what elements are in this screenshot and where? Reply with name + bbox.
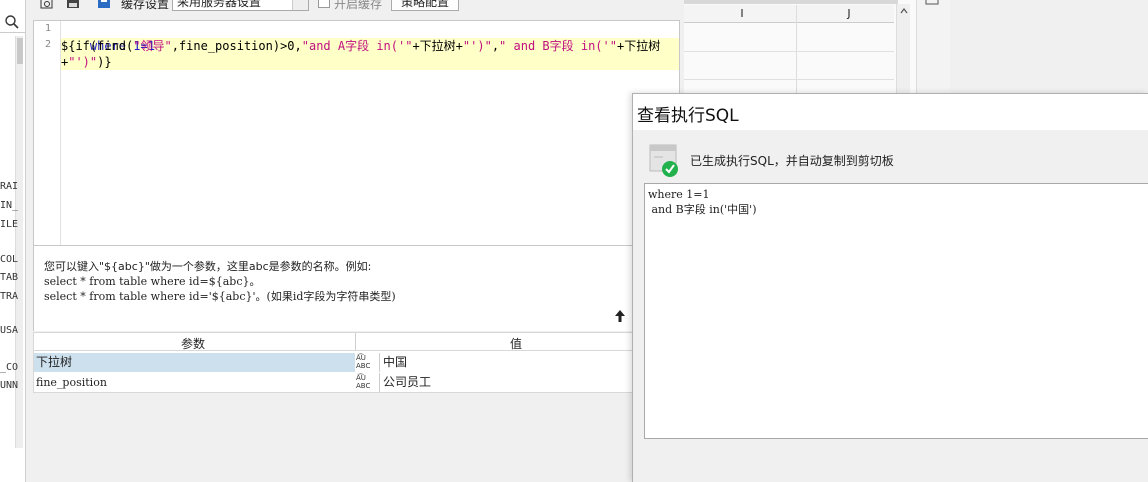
- code-string: "')": [462, 39, 492, 53]
- left-scrollbar-thumb[interactable]: [17, 38, 23, 64]
- code-token: )}: [97, 55, 112, 69]
- grid-column-header: I J: [684, 5, 894, 23]
- tree-label[interactable]: TAB: [0, 272, 18, 283]
- grid-row-line: [684, 79, 894, 80]
- expand-icon[interactable]: [925, 0, 939, 6]
- code-token: ${if(find(: [61, 39, 134, 53]
- parameters-table: 参数 值 下拉树 A͡U ABC 中国 fine_position A͡U ABC …: [33, 332, 633, 393]
- tree-label[interactable]: TRA: [0, 291, 18, 302]
- hint-example-1: select * from table where id=${abc}。: [44, 275, 261, 288]
- enable-cache-label: 开启缓存: [334, 0, 383, 11]
- view-executed-sql-dialog: 查看执行SQL 已生成执行SQL，并自动复制到剪切板 where 1=1 and…: [632, 93, 1148, 482]
- line-number-gutter: 1 2: [34, 21, 61, 245]
- toolbar: 缓存设置 采用服务器设置 开启缓存 策略配置: [30, 0, 680, 12]
- parameter-hint-panel: 您可以键入"${abc}"做为一个参数，这里abc是参数的名称。例如: sele…: [33, 246, 680, 331]
- tree-label[interactable]: ILE: [0, 219, 18, 230]
- column-header-i[interactable]: I: [692, 7, 792, 20]
- sql-editor[interactable]: 1 2 where 1=1 ${if(find("领导",fine_positi…: [33, 20, 680, 246]
- line-number: 2: [44, 39, 51, 50]
- left-divider: [0, 32, 26, 33]
- save-icon[interactable]: [66, 0, 80, 10]
- left-panel-strip: RAI IN_ ILE COL TAB TRA USA _CO UNN: [0, 0, 26, 482]
- code-string: "领导": [133, 39, 172, 53]
- tree-label[interactable]: _CO: [0, 362, 18, 373]
- hint-text: 您可以键入"${abc}"做为一个参数，这里abc是参数的名称。例如:: [44, 260, 372, 273]
- tree-label[interactable]: USA: [0, 325, 18, 336]
- column-header-j[interactable]: J: [799, 7, 899, 20]
- strategy-config-button[interactable]: 策略配置: [391, 0, 459, 11]
- executed-sql-textarea[interactable]: where 1=1 and B字段 in('中国'): [644, 183, 1148, 439]
- chevron-down-icon[interactable]: [292, 0, 308, 10]
- server-settings-select[interactable]: 采用服务器设置: [172, 0, 309, 11]
- param-name[interactable]: 下拉树: [34, 353, 355, 372]
- grid-top-border: [684, 0, 898, 4]
- param-value-input[interactable]: 公司员工: [379, 373, 634, 392]
- server-settings-value: 采用服务器设置: [177, 0, 262, 9]
- code-token: ,fine_position)>0,: [171, 39, 302, 53]
- tree-label[interactable]: RAI: [0, 181, 18, 192]
- code-token: +下拉树: [616, 39, 661, 53]
- search-icon[interactable]: [4, 14, 20, 30]
- grid-row-line: [684, 51, 894, 52]
- cache-icon[interactable]: [97, 0, 111, 10]
- param-name[interactable]: fine_position: [34, 373, 355, 392]
- dialog-title: 查看执行SQL: [637, 106, 739, 126]
- param-type: ABC: [356, 382, 371, 390]
- code-string: " and B字段 in('": [499, 39, 617, 53]
- preview-icon[interactable]: [40, 0, 54, 10]
- code-token: ,: [491, 39, 500, 53]
- parameters-table-header: 参数 值: [34, 333, 632, 351]
- type-abc-icon[interactable]: A͡U ABC: [356, 374, 376, 391]
- column-header-parameter[interactable]: 参数: [181, 335, 205, 352]
- arrow-up-icon[interactable]: [614, 309, 626, 323]
- success-check-icon: [649, 144, 678, 177]
- table-row[interactable]: 下拉树 A͡U ABC 中国: [34, 353, 632, 372]
- scroll-up-icon[interactable]: [899, 6, 909, 16]
- cache-settings-label: 缓存设置: [121, 0, 170, 11]
- tree-label[interactable]: IN_: [0, 200, 18, 211]
- hint-example-2: select * from table where id='${abc}'。(如…: [44, 290, 396, 303]
- code-string: "')": [68, 55, 98, 69]
- tree-label[interactable]: UNN: [0, 380, 18, 391]
- type-abc-icon[interactable]: A͡U ABC: [356, 354, 376, 371]
- param-value-input[interactable]: 中国: [379, 353, 634, 372]
- table-row[interactable]: fine_position A͡U ABC 公司员工: [34, 373, 632, 392]
- enable-cache-checkbox[interactable]: [318, 0, 330, 8]
- code-token: +下拉树+: [412, 39, 463, 53]
- dialog-message: 已生成执行SQL，并自动复制到剪切板: [690, 154, 894, 168]
- param-type: ABC: [356, 362, 371, 370]
- line-number: 1: [44, 23, 51, 34]
- code-string: "and A字段 in('": [301, 39, 413, 53]
- code-line-2[interactable]: ${if(find("领导",fine_position)>0,"and A字段…: [61, 38, 660, 54]
- column-header-value[interactable]: 值: [510, 335, 522, 352]
- tree-label[interactable]: COL: [0, 254, 18, 265]
- dialog-titlebar[interactable]: 查看执行SQL: [633, 94, 1148, 130]
- column-separator[interactable]: [355, 333, 356, 351]
- code-line-2-wrap[interactable]: +"')")}: [61, 54, 112, 70]
